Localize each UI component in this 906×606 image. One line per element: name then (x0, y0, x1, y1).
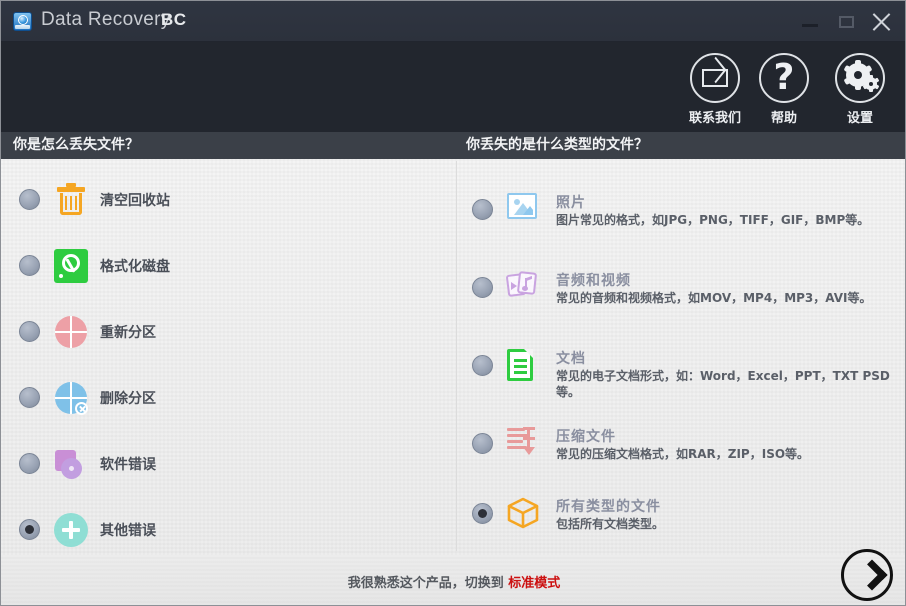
radio-all-files[interactable] (472, 503, 493, 524)
envelope-icon (690, 53, 740, 103)
file-type-label: 文档 (556, 348, 586, 368)
loss-option-label: 清空回收站 (100, 190, 170, 210)
loss-option-software-error[interactable]: 软件错误 (1, 433, 456, 493)
file-type-label: 音频和视频 (556, 270, 631, 290)
switch-mode-text: 我很熟悉这个产品，切换到 (348, 576, 509, 591)
radio-other-error[interactable] (19, 519, 40, 540)
loss-option-repartition[interactable]: 重新分区 (1, 301, 456, 361)
radio-audio-video[interactable] (472, 277, 493, 298)
settings-button[interactable]: 设置 (818, 53, 902, 126)
radio-documents[interactable] (472, 355, 493, 376)
window-title: Data Recovery (41, 9, 171, 31)
window-title-suffix: BC (161, 10, 187, 30)
file-type-option-photos[interactable]: 照片 图片常见的格式，如JPG，PNG，TIFF，GIF，BMP等。 (457, 181, 906, 243)
help-label: 帮助 (742, 107, 826, 126)
other-error-icon (54, 513, 88, 547)
format-disk-icon (54, 249, 88, 283)
close-button[interactable] (867, 11, 895, 33)
question-mark-icon: ? (759, 53, 809, 103)
app-logo-disc (18, 15, 28, 25)
audio-video-icon (507, 271, 539, 303)
radio-empty-recycle-bin[interactable] (19, 189, 40, 210)
file-type-description: 常见的音频和视频格式，如MOV，MP4，MP3，AVI等。 (556, 290, 901, 306)
next-button[interactable] (841, 549, 893, 601)
radio-software-error[interactable] (19, 453, 40, 474)
loss-option-label: 格式化磁盘 (100, 256, 170, 276)
maximize-button[interactable] (833, 11, 861, 33)
loss-option-label: 软件错误 (100, 454, 156, 474)
standard-mode-link[interactable]: 标准模式 (508, 576, 560, 591)
archive-icon (507, 427, 539, 459)
radio-repartition[interactable] (19, 321, 40, 342)
loss-option-other-error[interactable]: 其他错误 (1, 499, 456, 559)
switch-mode-note: 我很熟悉这个产品，切换到 标准模式 (1, 572, 906, 591)
document-icon (507, 349, 539, 381)
file-type-option-all-files[interactable]: 所有类型的文件 包括所有文档类型。 (457, 485, 906, 535)
radio-archives[interactable] (472, 433, 493, 454)
radio-format-disk[interactable] (19, 255, 40, 276)
top-toolbar: 联系我们 ? 帮助 设置 (1, 42, 906, 132)
repartition-icon (54, 315, 88, 349)
file-type-option-archives[interactable]: 压缩文件 常见的压缩文档格式，如RAR，ZIP，ISO等。 (457, 415, 906, 465)
all-files-box-icon (507, 497, 539, 529)
gear-icon (835, 53, 885, 103)
delete-partition-icon (54, 381, 88, 415)
left-panel-header: 你是怎么丢失文件？ (1, 132, 456, 159)
loss-option-empty-recycle-bin[interactable]: 清空回收站 (1, 169, 456, 229)
settings-label: 设置 (818, 107, 902, 126)
radio-photos[interactable] (472, 199, 493, 220)
file-type-label: 压缩文件 (556, 426, 616, 446)
loss-option-label: 其他错误 (100, 520, 156, 540)
file-type-label: 所有类型的文件 (556, 496, 661, 516)
trash-icon (54, 183, 88, 217)
data-recovery-window: Data Recovery BC 联系我们 ? 帮助 (0, 0, 906, 606)
title-bar: Data Recovery BC (1, 1, 906, 42)
minimize-button[interactable] (797, 11, 825, 33)
app-logo-icon (13, 12, 32, 31)
loss-option-format-disk[interactable]: 格式化磁盘 (1, 235, 456, 295)
software-error-icon (54, 447, 88, 481)
file-type-option-documents[interactable]: 文档 常见的电子文档形式，如：Word，Excel，PPT，TXT PSD等。 (457, 337, 906, 399)
loss-option-delete-partition[interactable]: 删除分区 (1, 367, 456, 427)
file-type-description: 图片常见的格式，如JPG，PNG，TIFF，GIF，BMP等。 (556, 212, 901, 228)
file-type-option-audio-video[interactable]: 音频和视频 常见的音频和视频格式，如MOV，MP4，MP3，AVI等。 (457, 259, 906, 321)
help-button[interactable]: ? 帮助 (742, 53, 826, 126)
loss-option-label: 重新分区 (100, 322, 156, 342)
radio-delete-partition[interactable] (19, 387, 40, 408)
file-type-description: 常见的压缩文档格式，如RAR，ZIP，ISO等。 (556, 446, 901, 462)
photo-icon (507, 193, 539, 225)
app-logo-base (15, 25, 30, 29)
file-type-description: 包括所有文档类型。 (556, 516, 901, 532)
right-panel-header: 你丢失的是什么类型的文件？ (456, 132, 906, 159)
file-type-label: 照片 (556, 192, 586, 212)
file-type-description: 常见的电子文档形式，如：Word，Excel，PPT，TXT PSD等。 (556, 368, 901, 400)
loss-reason-list: 清空回收站 格式化磁盘 重新分区 (1, 159, 456, 555)
loss-option-label: 删除分区 (100, 388, 156, 408)
file-type-list: 照片 图片常见的格式，如JPG，PNG，TIFF，GIF，BMP等。 音频和视频… (457, 159, 906, 555)
chevron-right-icon (856, 559, 887, 590)
